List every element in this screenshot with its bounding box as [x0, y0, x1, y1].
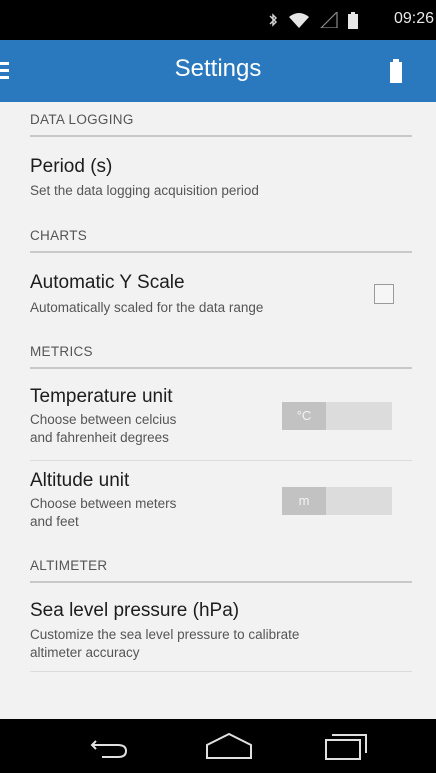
pref-summary-line2: altimeter accuracy	[30, 645, 140, 660]
app-bar: Settings	[0, 40, 436, 102]
pref-summary-line1: Customize the sea level pressure to cali…	[30, 627, 300, 642]
status-time: 09:26	[393, 10, 434, 27]
signal-icon	[320, 12, 338, 28]
section-header-charts: CHARTS	[30, 228, 412, 253]
pref-period[interactable]: Period (s) Set the data logging acquisit…	[0, 146, 436, 210]
pref-summary-line2: and feet	[30, 514, 79, 529]
pref-title: Period (s)	[30, 156, 113, 177]
back-icon[interactable]	[84, 731, 134, 761]
pref-title: Automatic Y Scale	[30, 272, 185, 293]
bluetooth-icon	[269, 13, 278, 27]
switch-thumb-label: m	[282, 487, 326, 515]
altitude-unit-switch[interactable]: m	[282, 487, 392, 515]
temperature-unit-switch[interactable]: °C	[282, 402, 392, 430]
pref-automatic-y-scale[interactable]: Automatic Y Scale Automatically scaled f…	[0, 262, 436, 326]
divider	[30, 671, 412, 672]
section-header-altimeter: ALTIMETER	[30, 558, 412, 583]
home-icon[interactable]	[204, 731, 254, 761]
pref-temperature-unit[interactable]: Temperature unit Choose between celcius …	[0, 378, 436, 458]
divider	[30, 460, 412, 461]
pref-summary-line1: Choose between meters	[30, 496, 177, 511]
battery-icon	[348, 11, 358, 29]
status-icons	[268, 10, 358, 30]
section-header-metrics: METRICS	[30, 344, 412, 369]
status-bar: 09:26	[0, 0, 436, 40]
pref-summary: Automatically scaled for the data range	[30, 300, 264, 315]
recent-apps-icon[interactable]	[320, 731, 370, 761]
battery-icon[interactable]	[382, 57, 410, 85]
pref-sea-level-pressure[interactable]: Sea level pressure (hPa) Customize the s…	[0, 592, 436, 670]
pref-title: Temperature unit	[30, 386, 173, 407]
pref-summary-line1: Choose between celcius	[30, 412, 177, 427]
pref-summary-line2: and fahrenheit degrees	[30, 430, 169, 445]
pref-title: Altitude unit	[30, 470, 130, 491]
wifi-icon	[289, 13, 309, 28]
pref-summary: Set the data logging acquisition period	[30, 183, 259, 198]
pref-altitude-unit[interactable]: Altitude unit Choose between meters and …	[0, 462, 436, 542]
page-title: Settings	[174, 55, 262, 82]
pref-title: Sea level pressure (hPa)	[30, 600, 240, 621]
settings-list: DATA LOGGING Period (s) Set the data log…	[0, 102, 436, 719]
auto-y-scale-checkbox[interactable]	[374, 284, 394, 304]
section-header-data-logging: DATA LOGGING	[30, 112, 412, 137]
switch-thumb-label: °C	[282, 402, 326, 430]
navigation-bar	[0, 719, 436, 773]
